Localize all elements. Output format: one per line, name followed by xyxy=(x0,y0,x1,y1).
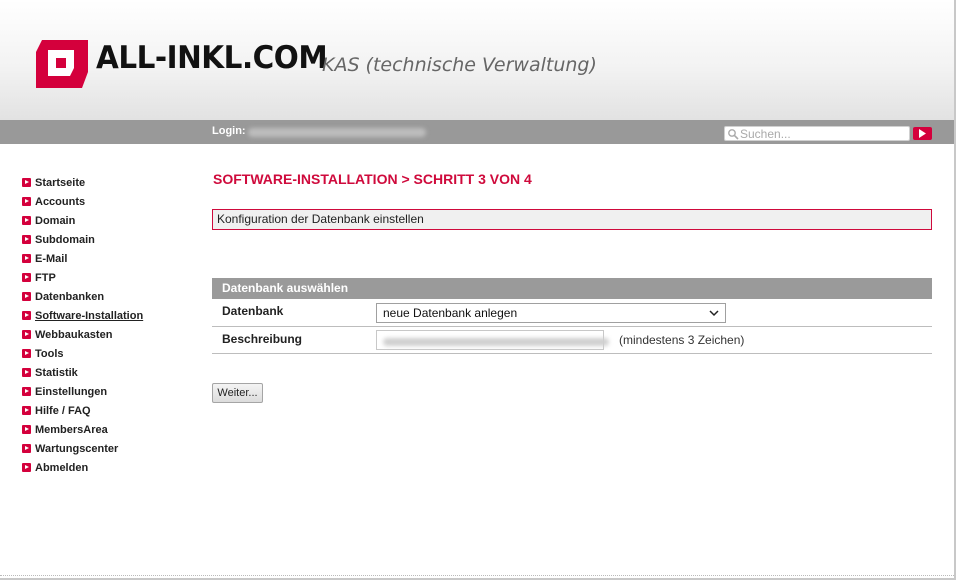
arrow-bullet-icon xyxy=(22,178,31,187)
form-row-beschreibung: Beschreibung (mindestens 3 Zeichen) xyxy=(212,327,932,354)
search-icon xyxy=(728,129,739,140)
arrow-bullet-icon xyxy=(22,311,31,320)
sidebar-item-tools[interactable]: Tools xyxy=(22,344,202,363)
sidebar-item-accounts[interactable]: Accounts xyxy=(22,192,202,211)
arrow-bullet-icon xyxy=(22,273,31,282)
sidebar-item-label: Datenbanken xyxy=(35,290,105,303)
sidebar-item-software-installation[interactable]: Software-Installation xyxy=(22,306,202,325)
brand-subtitle: KAS (technische Verwaltung) xyxy=(322,54,597,76)
sidebar-nav: Startseite Accounts Domain Subdomain E-M… xyxy=(22,173,202,477)
sidebar-item-label: Abmelden xyxy=(35,461,89,474)
arrow-bullet-icon xyxy=(22,330,31,339)
beschreibung-label: Beschreibung xyxy=(222,332,303,346)
sidebar-item-domain[interactable]: Domain xyxy=(22,211,202,230)
sidebar-item-label: Einstellungen xyxy=(35,385,108,398)
arrow-bullet-icon xyxy=(22,197,31,206)
sidebar-item-webbaukasten[interactable]: Webbaukasten xyxy=(22,325,202,344)
beschreibung-hint: (mindestens 3 Zeichen) xyxy=(619,333,745,347)
beschreibung-input[interactable] xyxy=(376,330,609,350)
sidebar-item-abmelden[interactable]: Abmelden xyxy=(22,458,202,477)
sidebar-item-label: Statistik xyxy=(35,366,78,379)
arrow-bullet-icon xyxy=(22,463,31,472)
sidebar-item-label: MembersArea xyxy=(35,423,108,436)
sidebar-item-wartungscenter[interactable]: Wartungscenter xyxy=(22,439,202,458)
datenbank-select-value: neue Datenbank anlegen xyxy=(383,306,518,320)
arrow-bullet-icon xyxy=(22,349,31,358)
brand-logo-icon xyxy=(36,40,88,88)
sidebar-item-label: Accounts xyxy=(35,195,86,208)
sidebar-item-hilfe-faq[interactable]: Hilfe / FAQ xyxy=(22,401,202,420)
sidebar-item-label: Wartungscenter xyxy=(35,442,119,455)
sidebar-item-label: Tools xyxy=(35,347,64,360)
arrow-bullet-icon xyxy=(22,254,31,263)
sidebar-item-datenbanken[interactable]: Datenbanken xyxy=(22,287,202,306)
search-input[interactable] xyxy=(740,127,908,140)
datenbank-label: Datenbank xyxy=(222,304,284,318)
header: ALL-INKL.COM KAS (technische Verwaltung) xyxy=(0,0,954,120)
arrow-bullet-icon xyxy=(22,387,31,396)
sidebar-item-einstellungen[interactable]: Einstellungen xyxy=(22,382,202,401)
arrow-bullet-icon xyxy=(22,292,31,301)
sidebar-item-startseite[interactable]: Startseite xyxy=(22,173,202,192)
sidebar-item-membersarea[interactable]: MembersArea xyxy=(22,420,202,439)
sidebar-item-subdomain[interactable]: Subdomain xyxy=(22,230,202,249)
sidebar-item-statistik[interactable]: Statistik xyxy=(22,363,202,382)
sidebar-item-label: FTP xyxy=(35,271,56,284)
sidebar-item-ftp[interactable]: FTP xyxy=(22,268,202,287)
brand-name: ALL-INKL.COM xyxy=(96,40,328,76)
arrow-bullet-icon xyxy=(22,425,31,434)
section-header: Datenbank auswählen xyxy=(212,278,932,299)
search-box[interactable] xyxy=(724,126,910,141)
arrow-bullet-icon xyxy=(22,444,31,453)
play-arrow-icon xyxy=(919,129,926,138)
sidebar-item-label: Startseite xyxy=(35,176,86,189)
bottom-divider xyxy=(0,575,954,576)
top-bar: Login: xyxy=(0,120,954,144)
arrow-bullet-icon xyxy=(22,368,31,377)
datenbank-select[interactable]: neue Datenbank anlegen xyxy=(376,303,726,323)
sidebar-item-label: Hilfe / FAQ xyxy=(35,404,91,417)
search-submit-button[interactable] xyxy=(913,127,932,140)
sidebar-item-label: Software-Installation xyxy=(35,309,144,322)
chevron-down-icon xyxy=(709,310,719,317)
beschreibung-value-redacted xyxy=(383,338,609,346)
arrow-bullet-icon xyxy=(22,216,31,225)
page-title: SOFTWARE-INSTALLATION > SCHRITT 3 VON 4 xyxy=(213,171,532,187)
sidebar-item-email[interactable]: E-Mail xyxy=(22,249,202,268)
login-label: Login: xyxy=(212,125,246,137)
step-info-box: Konfiguration der Datenbank einstellen xyxy=(212,209,932,230)
sidebar-item-label: Domain xyxy=(35,214,76,227)
sidebar-item-label: E-Mail xyxy=(35,252,68,265)
weiter-button[interactable]: Weiter... xyxy=(212,383,263,403)
login-value-redacted xyxy=(248,128,426,137)
arrow-bullet-icon xyxy=(22,406,31,415)
sidebar-item-label: Subdomain xyxy=(35,233,95,246)
arrow-bullet-icon xyxy=(22,235,31,244)
form-row-datenbank: Datenbank neue Datenbank anlegen xyxy=(212,299,932,327)
sidebar-item-label: Webbaukasten xyxy=(35,328,113,341)
